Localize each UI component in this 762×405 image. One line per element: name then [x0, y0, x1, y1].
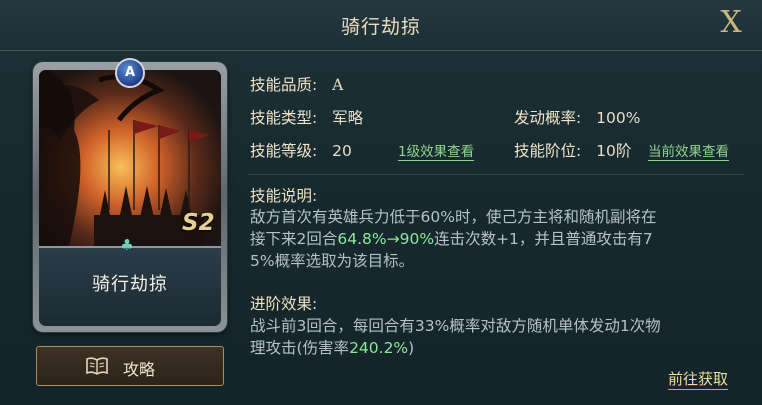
description-text: 敌方首次有英雄兵力低于60%时，使己方主将和随机副将在 接下来2回合64.8%→… — [250, 206, 730, 272]
type-label: 技能类型: — [250, 109, 318, 127]
card-frame: 骑行劫掠 — [39, 70, 221, 326]
rate-label: 发动概率: — [514, 109, 582, 127]
advanced-highlight: 240.2% — [349, 339, 409, 357]
guide-button-label: 攻略 — [123, 360, 156, 379]
advanced-line-2-suffix: ) — [408, 339, 415, 357]
description-line-3: 5%概率选取为该目标。 — [250, 252, 415, 270]
description-highlight: 64.8%→90% — [337, 230, 435, 248]
panel-title: 骑行劫掠 — [340, 16, 421, 38]
level-effect-link[interactable]: 1级效果查看 — [398, 140, 475, 161]
card-skill-name: 骑行劫掠 — [92, 274, 168, 295]
advanced-title: 进阶效果: — [250, 295, 318, 313]
level-value: 20 — [332, 142, 352, 160]
level-row: 技能等级: 20 — [250, 139, 352, 161]
quality-row: 技能品质: A — [250, 73, 343, 95]
season-tag: S2 — [182, 210, 215, 236]
go-obtain-button[interactable]: 前往获取 — [668, 368, 729, 390]
description-line-2-suffix: 连击次数+1，并且普通攻击有7 — [434, 230, 653, 248]
guide-button[interactable]: 攻略 — [36, 346, 224, 386]
advanced-line-1: 战斗前3回合，每回合有33%概率对敌方随机单体发动1次物 — [250, 317, 661, 335]
panel-header: 骑行劫掠 X — [0, 0, 762, 51]
card-name-plate: 骑行劫掠 — [39, 246, 221, 326]
description-line-1: 敌方首次有英雄兵力低于60%时，使己方主将和随机副将在 — [250, 208, 657, 226]
type-value: 军略 — [332, 109, 364, 127]
rank-row: 技能阶位: 10阶 — [514, 139, 631, 161]
rank-value: 10阶 — [596, 142, 632, 160]
level-label: 技能等级: — [250, 142, 318, 160]
advanced-line-2: 理攻击(伤害率240.2%) — [250, 337, 730, 359]
quality-label: 技能品质: — [250, 76, 318, 94]
advanced-text: 战斗前3回合，每回合有33%概率对敌方随机单体发动1次物 理攻击(伤害率240.… — [250, 315, 730, 359]
advanced-line-2-prefix: 理攻击(伤害率 — [250, 339, 350, 357]
quality-value: A — [332, 76, 344, 94]
close-button[interactable]: X — [714, 6, 748, 40]
grade-badge: A — [115, 58, 145, 88]
skill-card: 骑行劫掠 — [33, 62, 227, 332]
skill-detail-panel: 骑行劫掠 X 骑行劫掠 A ♣ S2 攻略 技能品质: A 技能类型: 军略 发… — [0, 0, 762, 405]
description-line-2: 接下来2回合64.8%→90%连击次数+1，并且普通攻击有7 — [250, 228, 730, 250]
book-icon — [85, 356, 109, 376]
divider — [248, 174, 744, 175]
description-title: 技能说明: — [250, 187, 318, 205]
type-row: 技能类型: 军略 — [250, 106, 363, 128]
emblem-icon: ♣ — [120, 236, 134, 254]
current-effect-link[interactable]: 当前效果查看 — [648, 140, 729, 161]
rate-value: 100% — [596, 109, 641, 127]
rate-row: 发动概率: 100% — [514, 106, 641, 128]
rank-label: 技能阶位: — [514, 142, 582, 160]
description-line-2-prefix: 接下来2回合 — [250, 230, 338, 248]
